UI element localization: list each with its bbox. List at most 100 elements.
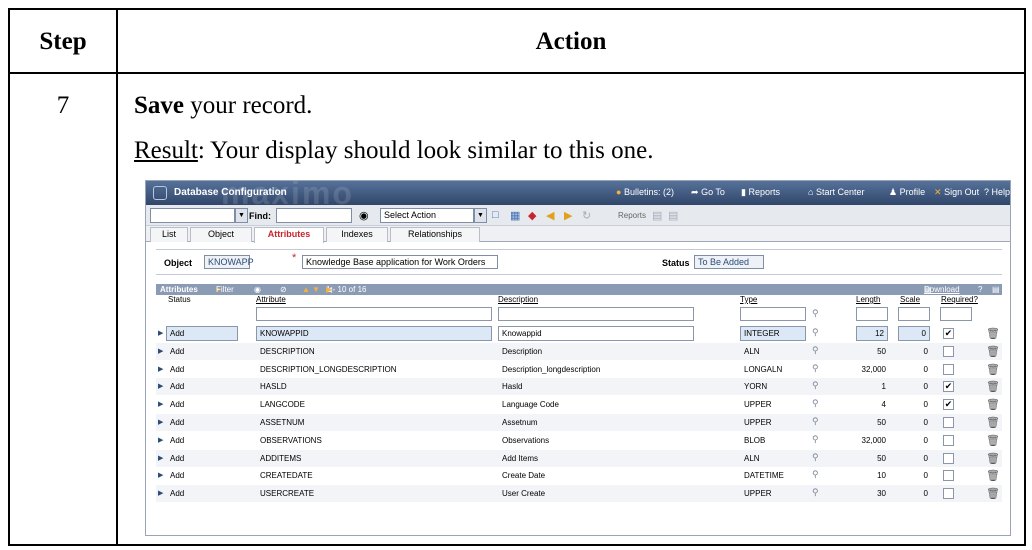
tab-relationships[interactable]: Relationships <box>390 227 480 242</box>
length-cell[interactable]: 12 <box>856 326 888 341</box>
report-icon[interactable]: ▤ <box>652 209 662 222</box>
required-checkbox[interactable] <box>943 470 954 482</box>
trash-icon[interactable]: 🗑 <box>986 452 1000 465</box>
select-action-dropdown[interactable]: Select Action <box>380 208 474 223</box>
lookup-icon[interactable]: ⚲ <box>812 345 819 356</box>
trash-icon[interactable]: 🗑 <box>986 327 1000 340</box>
trash-icon[interactable]: 🗑 <box>986 487 1000 500</box>
lookup-icon[interactable]: ⚲ <box>812 327 819 338</box>
table-row[interactable]: ▶ Add HASLD Hasld YORN 1 0 ⚲ ✔ 🗑 <box>156 378 1002 396</box>
tab-indexes[interactable]: Indexes <box>326 227 388 242</box>
clear-icon[interactable]: ◆ <box>528 209 536 222</box>
table-row[interactable]: ▶ Add ADDITEMS Add Items ALN 50 0 ⚲ 🗑 <box>156 449 1002 467</box>
table-help-icon[interactable]: ? <box>978 284 982 295</box>
report-icon[interactable]: ▤ <box>668 209 678 222</box>
last-page-icon[interactable]: ▶ <box>326 284 332 295</box>
required-checkbox[interactable] <box>943 345 954 357</box>
query-select[interactable] <box>150 208 235 223</box>
lookup-icon[interactable]: ⚲ <box>812 469 819 480</box>
bulletins-link[interactable]: ● Bulletins: (2) <box>616 187 674 197</box>
expand-row-icon[interactable]: ▶ <box>158 436 163 444</box>
expand-row-icon[interactable]: ▶ <box>158 329 163 337</box>
lookup-icon[interactable]: ⚲ <box>812 398 819 409</box>
next-page-icon[interactable]: ▼ <box>312 284 320 295</box>
type-cell[interactable]: INTEGER <box>740 326 806 341</box>
required-checkbox[interactable] <box>943 417 954 428</box>
help-link[interactable]: ? Help <box>984 187 1010 197</box>
required-checkbox[interactable] <box>943 488 954 500</box>
tab-list[interactable]: List <box>150 227 188 242</box>
trash-icon[interactable]: 🗑 <box>986 469 1000 482</box>
attribute-cell[interactable]: KNOWAPPID <box>256 326 492 341</box>
required-checkbox[interactable]: ✔ <box>943 399 954 411</box>
required-filter-input[interactable] <box>940 307 972 321</box>
previous-page-icon[interactable]: ▲ <box>302 284 310 295</box>
object-field[interactable]: KNOWAPP <box>204 255 254 269</box>
expand-row-icon[interactable]: ▶ <box>158 471 163 479</box>
type-filter-input[interactable] <box>740 307 806 321</box>
tab-object[interactable]: Object <box>190 227 252 242</box>
required-checkbox[interactable] <box>943 363 954 375</box>
column-header-required[interactable]: Required? <box>941 295 978 305</box>
table-menu-icon[interactable]: ▤ <box>992 284 1000 295</box>
column-header-length[interactable]: Length <box>856 295 880 305</box>
profile-link[interactable]: ♟ Profile <box>889 187 925 198</box>
lookup-icon[interactable]: ⚲ <box>812 308 819 319</box>
table-row[interactable]: ▶ Add OBSERVATIONS Observations BLOB 32,000 0 ⚲… <box>156 432 1002 449</box>
trash-icon[interactable]: 🗑 <box>986 345 1000 358</box>
table-row[interactable]: ▶ Add DESCRIPTION_LONGDESCRIPTION Descripti… <box>156 361 1002 378</box>
next-icon[interactable]: ▶ <box>564 209 572 222</box>
trash-icon[interactable]: 🗑 <box>986 416 1000 429</box>
table-row[interactable]: ▶ Add USERCREATE User Create UPPER 30 0 ⚲ 🗑 <box>156 485 1002 503</box>
reports-link[interactable]: ▮ Reports <box>741 187 780 198</box>
table-row[interactable]: ▶ Add CREATEDATE Create Date DATETIME 10 0 ⚲ 🗑 <box>156 467 1002 484</box>
start-center-link[interactable]: ⌂ Start Center <box>808 187 864 197</box>
chevron-down-icon[interactable]: ▼ <box>474 208 487 223</box>
lookup-icon[interactable]: ⚲ <box>812 487 819 498</box>
trash-icon[interactable]: 🗑 <box>986 434 1000 447</box>
refresh-icon[interactable]: ↻ <box>582 209 591 222</box>
expand-row-icon[interactable]: ▶ <box>158 454 163 462</box>
chevron-down-icon[interactable]: ▼ <box>235 208 248 223</box>
expand-row-icon[interactable]: ▶ <box>158 365 163 373</box>
column-header-description[interactable]: Description <box>498 295 538 305</box>
expand-row-icon[interactable]: ▶ <box>158 418 163 426</box>
binoculars-icon[interactable]: ◉ <box>359 209 369 222</box>
lookup-icon[interactable]: ⚲ <box>812 380 819 391</box>
length-filter-input[interactable] <box>856 307 888 321</box>
table-row[interactable]: ▶ Add LANGCODE Language Code UPPER 4 0 ⚲ ✔ 🗑 <box>156 396 1002 413</box>
trash-icon[interactable]: 🗑 <box>986 380 1000 393</box>
required-checkbox[interactable] <box>943 452 954 464</box>
save-icon[interactable]: ▦ <box>510 209 520 222</box>
previous-icon[interactable]: ◀ <box>546 209 554 222</box>
trash-icon[interactable]: 🗑 <box>986 398 1000 411</box>
required-checkbox[interactable] <box>943 434 954 446</box>
trash-icon[interactable]: 🗑 <box>986 363 1000 376</box>
description-filter-input[interactable] <box>498 307 694 321</box>
column-header-attribute[interactable]: Attribute <box>256 295 286 305</box>
lookup-icon[interactable]: ⚲ <box>812 452 819 463</box>
find-input[interactable] <box>276 208 352 223</box>
lookup-icon[interactable]: ⚲ <box>812 434 819 445</box>
attribute-filter-input[interactable] <box>256 307 492 321</box>
column-header-scale[interactable]: Scale <box>900 295 920 305</box>
sign-out-link[interactable]: ✕ Sign Out <box>934 187 979 198</box>
expand-row-icon[interactable]: ▶ <box>158 382 163 390</box>
table-row[interactable]: ▶ Add DESCRIPTION Description ALN 50 0 ⚲ 🗑 <box>156 342 1002 360</box>
tab-attributes[interactable]: Attributes <box>254 227 324 243</box>
expand-row-icon[interactable]: ▶ <box>158 400 163 408</box>
required-checkbox[interactable]: ✔ <box>943 381 954 393</box>
scale-cell[interactable]: 0 <box>898 326 930 341</box>
lookup-icon[interactable]: ⚲ <box>812 363 819 374</box>
table-row[interactable]: ▶ Add KNOWAPPID Knowappid INTEGER 12 0 ⚲ ✔ 🗑 <box>156 325 1002 342</box>
object-description-field[interactable]: Knowledge Base application for Work Orde… <box>302 255 498 269</box>
new-record-icon[interactable]: □ <box>492 209 499 221</box>
expand-row-icon[interactable]: ▶ <box>158 489 163 497</box>
scale-filter-input[interactable] <box>898 307 930 321</box>
goto-link[interactable]: ➦ Go To <box>691 187 725 198</box>
clear-filter-icon[interactable]: ⊘ <box>280 284 287 295</box>
description-cell[interactable]: Knowappid <box>498 326 694 341</box>
column-header-type[interactable]: Type <box>740 295 757 305</box>
lookup-icon[interactable]: ⚲ <box>812 416 819 427</box>
required-checkbox[interactable]: ✔ <box>943 328 954 339</box>
